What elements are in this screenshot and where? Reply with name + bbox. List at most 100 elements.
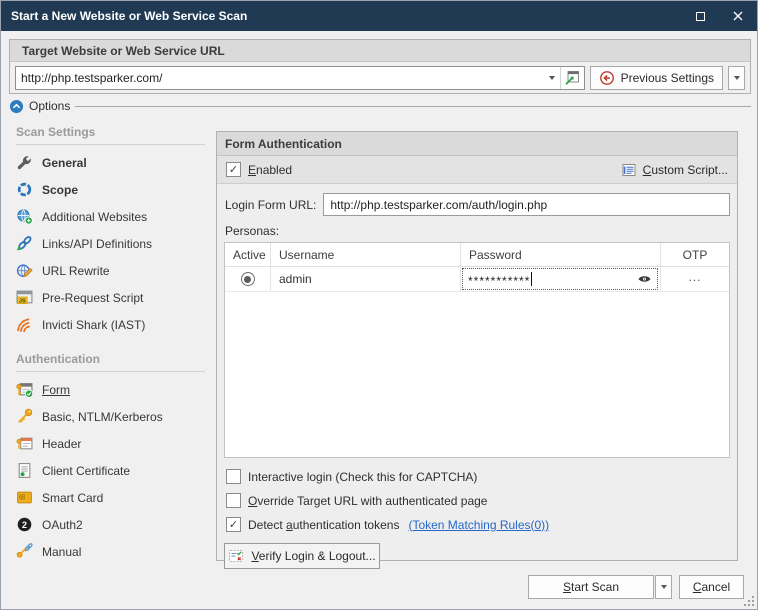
sidebar-item-scope[interactable]: Scope: [9, 176, 211, 203]
login-form-url-row: Login Form URL: http://php.testsparker.c…: [225, 193, 730, 216]
personas-table-empty-area[interactable]: [225, 292, 729, 457]
column-header-username[interactable]: Username: [271, 243, 461, 266]
cancel-label: Cancel: [693, 580, 730, 594]
chevron-down-icon: [734, 76, 740, 80]
custom-script-label: Custom Script...: [643, 163, 728, 177]
column-header-otp[interactable]: OTP: [661, 243, 729, 266]
detect-tokens-label: Detect authentication tokens: [248, 518, 399, 532]
override-target-row: Override Target URL with authenticated p…: [226, 493, 737, 508]
chain-link-icon: [16, 235, 33, 252]
previous-settings-button[interactable]: Previous Settings: [590, 66, 723, 90]
start-scan-label: Start Scan: [563, 580, 619, 594]
sidebar-item-client-certificate[interactable]: Client Certificate: [9, 457, 211, 484]
target-url-combobox[interactable]: http://php.testsparker.com/: [15, 66, 585, 90]
target-url-row: http://php.testsparker.com/ Previous: [10, 62, 750, 94]
login-form-url-label: Login Form URL:: [225, 198, 316, 212]
override-target-label: Override Target URL with authenticated p…: [248, 494, 487, 508]
otp-ellipsis-button[interactable]: ...: [688, 270, 701, 288]
reveal-password-button[interactable]: [637, 273, 652, 285]
column-header-password[interactable]: Password: [461, 243, 661, 266]
sidebar-item-manual[interactable]: Manual: [9, 538, 211, 565]
sidebar-item-basic-ntlm-kerberos[interactable]: Basic, NTLM/Kerberos: [9, 403, 211, 430]
globe-pencil-icon: [16, 262, 33, 279]
text-cursor: [531, 272, 532, 286]
options-divider: [75, 106, 751, 107]
verify-login-logout-label: Verify Login & Logout...: [251, 549, 375, 563]
header-key-icon: [16, 435, 33, 452]
enabled-row: ✓ Enabled Custom Script...: [217, 156, 737, 184]
close-button[interactable]: [719, 1, 757, 31]
interactive-login-row: Interactive login (Check this for CAPTCH…: [226, 469, 737, 484]
divider: [16, 144, 205, 145]
sidebar-section-scan-settings: Scan Settings: [9, 119, 211, 142]
target-url-value[interactable]: http://php.testsparker.com/: [16, 71, 544, 85]
options-toggle[interactable]: Options: [9, 98, 751, 114]
sidebar-item-additional-websites[interactable]: Additional Websites: [9, 203, 211, 230]
sidebar-item-smart-card[interactable]: Smart Card: [9, 484, 211, 511]
sidebar-item-general[interactable]: General: [9, 149, 211, 176]
sidebar-item-oauth2[interactable]: 2 OAuth2: [9, 511, 211, 538]
cancel-button[interactable]: Cancel: [679, 575, 744, 599]
certificate-icon: [16, 462, 33, 479]
table-row[interactable]: admin ***********: [225, 267, 729, 292]
start-scan-dropdown[interactable]: [655, 575, 672, 599]
password-masked-value: ***********: [468, 270, 530, 288]
options-label: Options: [29, 99, 70, 113]
oauth2-icon: 2: [16, 516, 33, 533]
login-form-url-input[interactable]: http://php.testsparker.com/auth/login.ph…: [323, 193, 730, 216]
sidebar-item-header[interactable]: Header: [9, 430, 211, 457]
sidebar-item-invicti-shark[interactable]: Invicti Shark (IAST): [9, 311, 211, 338]
form-authentication-header: Form Authentication: [217, 132, 737, 156]
target-url-group: Target Website or Web Service URL http:/…: [9, 39, 751, 94]
smart-card-icon: [16, 489, 33, 506]
maximize-icon: [696, 12, 705, 21]
wrench-icon: [16, 154, 33, 171]
previous-settings-label: Previous Settings: [621, 71, 714, 85]
sidebar-item-form[interactable]: Form: [9, 376, 211, 403]
footer-button-bar: Start Scan Cancel: [528, 575, 744, 599]
token-matching-rules-link[interactable]: (Token Matching Rules(0)): [408, 518, 549, 532]
verify-check-cross-icon: [228, 548, 244, 564]
password-input[interactable]: ***********: [462, 268, 658, 290]
sidebar-section-authentication: Authentication: [9, 346, 211, 369]
scan-dialog-window: Start a New Website or Web Service Scan …: [0, 0, 758, 610]
personas-table: Active Username Password OTP admin *****…: [224, 242, 730, 458]
detect-tokens-row: ✓ Detect authentication tokens (Token Ma…: [226, 517, 737, 532]
personas-label: Personas:: [225, 224, 737, 238]
username-cell[interactable]: admin: [271, 267, 461, 291]
verify-login-logout-button[interactable]: Verify Login & Logout...: [224, 543, 380, 569]
target-url-dropdown[interactable]: [544, 67, 560, 89]
sidebar-item-links-api-definitions[interactable]: Links/API Definitions: [9, 230, 211, 257]
form-key-check-icon: [16, 381, 33, 398]
column-header-active[interactable]: Active: [225, 243, 271, 266]
eye-icon: [637, 273, 652, 285]
resize-grip[interactable]: [744, 596, 755, 607]
active-radio[interactable]: [241, 272, 255, 286]
key-icon: [16, 408, 33, 425]
previous-settings-icon: [599, 70, 615, 86]
browser-go-icon: [564, 70, 580, 86]
otp-cell: ...: [661, 267, 729, 291]
scope-ring-icon: [16, 181, 33, 198]
interactive-login-checkbox[interactable]: [226, 469, 241, 484]
js-script-icon: JS: [16, 289, 33, 306]
maximize-button[interactable]: [681, 1, 719, 31]
start-scan-button[interactable]: Start Scan: [528, 575, 654, 599]
previous-settings-dropdown[interactable]: [728, 66, 745, 90]
shark-waves-icon: [16, 316, 33, 333]
custom-script-button[interactable]: Custom Script...: [621, 162, 728, 178]
sidebar-item-url-rewrite[interactable]: URL Rewrite: [9, 257, 211, 284]
custom-script-icon: [621, 162, 637, 178]
sidebar-item-pre-request-script[interactable]: JS Pre-Request Script: [9, 284, 211, 311]
enabled-checkbox[interactable]: ✓: [226, 162, 241, 177]
titlebar: Start a New Website or Web Service Scan: [1, 1, 757, 31]
target-url-group-header: Target Website or Web Service URL: [10, 40, 750, 62]
open-in-browser-button[interactable]: [560, 67, 584, 89]
chevron-down-icon: [661, 585, 667, 589]
override-target-checkbox[interactable]: [226, 493, 241, 508]
svg-text:2: 2: [22, 520, 27, 530]
detect-tokens-checkbox[interactable]: ✓: [226, 517, 241, 532]
key-link-icon: [16, 543, 33, 560]
interactive-login-label: Interactive login (Check this for CAPTCH…: [248, 470, 477, 484]
globe-plus-icon: [16, 208, 33, 225]
